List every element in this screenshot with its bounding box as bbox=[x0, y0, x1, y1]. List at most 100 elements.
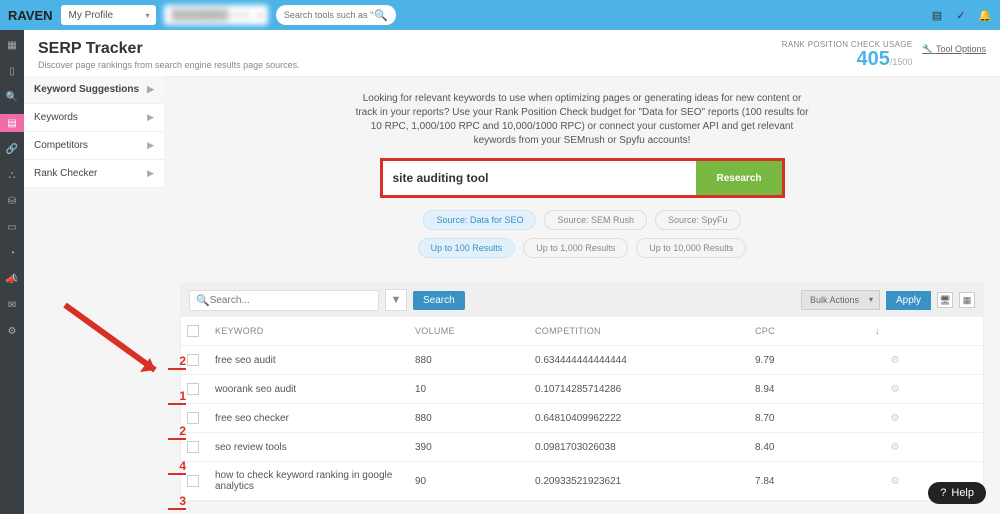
rank-badge: 3 bbox=[168, 494, 186, 510]
chevron-right-icon: ▶ bbox=[147, 168, 154, 179]
sidebar-item-keywords[interactable]: Keywords▶ bbox=[24, 104, 164, 132]
row-gear-icon[interactable]: ⚙ bbox=[875, 384, 915, 395]
research-box: Research bbox=[380, 158, 785, 198]
source-data-for-seo[interactable]: Source: Data for SEO bbox=[423, 210, 536, 230]
table-header: KEYWORD VOLUME COMPETITION CPC ↓ bbox=[181, 317, 983, 346]
page-subtitle: Discover page rankings from search engin… bbox=[38, 60, 300, 70]
main-content: Looking for relevant keywords to use whe… bbox=[164, 76, 1000, 514]
cell-competition: 0.634444444444444 bbox=[535, 355, 755, 366]
rail-serp-icon[interactable]: ▤ bbox=[0, 114, 24, 132]
bell-icon[interactable]: 🔔 bbox=[978, 8, 992, 22]
cell-volume: 880 bbox=[415, 413, 535, 424]
row-gear-icon[interactable]: ⚙ bbox=[875, 442, 915, 453]
apply-button[interactable]: Apply bbox=[886, 291, 931, 310]
rail-icon-6[interactable]: ▭ bbox=[3, 218, 21, 236]
cell-cpc: 8.94 bbox=[755, 384, 875, 395]
row-gear-icon[interactable]: ⚙ bbox=[875, 476, 915, 487]
global-search-input[interactable] bbox=[284, 10, 374, 20]
row-gear-icon[interactable]: ⚙ bbox=[875, 413, 915, 424]
wrench-icon: 🔧 bbox=[922, 44, 933, 54]
table-search-button[interactable]: Search bbox=[413, 291, 465, 310]
range-100[interactable]: Up to 100 Results bbox=[418, 238, 516, 258]
table-row: free seo audit8800.6344444444444449.79⚙ bbox=[181, 346, 983, 375]
col-competition[interactable]: COMPETITION bbox=[535, 326, 755, 336]
table-row: how to check keyword ranking in google a… bbox=[181, 462, 983, 501]
row-checkbox[interactable] bbox=[187, 475, 199, 487]
profile-select[interactable]: My Profile bbox=[61, 5, 156, 25]
col-volume[interactable]: VOLUME bbox=[415, 326, 535, 336]
cell-keyword: seo review tools bbox=[215, 442, 415, 453]
col-keyword[interactable]: KEYWORD bbox=[215, 326, 415, 336]
row-checkbox[interactable] bbox=[187, 354, 199, 366]
col-cpc[interactable]: CPC bbox=[755, 326, 875, 336]
rail-dashboard-icon[interactable]: ▦ bbox=[3, 36, 21, 54]
filter-icon: ▼ bbox=[391, 294, 402, 306]
source-spyfu[interactable]: Source: SpyFu bbox=[655, 210, 741, 230]
domain-select[interactable]: ████████.com bbox=[164, 5, 268, 25]
range-10000[interactable]: Up to 10,000 Results bbox=[636, 238, 746, 258]
annotation-arrow bbox=[60, 300, 180, 390]
global-search[interactable]: 🔍 bbox=[276, 5, 396, 25]
cell-cpc: 8.40 bbox=[755, 442, 875, 453]
row-gear-icon[interactable]: ⚙ bbox=[875, 355, 915, 366]
card-icon[interactable]: ▤ bbox=[930, 8, 944, 22]
source-sem-rush[interactable]: Source: SEM Rush bbox=[544, 210, 647, 230]
table-row: seo review tools3900.09817030260388.40⚙ bbox=[181, 433, 983, 462]
page-title: SERP Tracker bbox=[38, 40, 300, 58]
rail-rank-icon[interactable]: ⛁ bbox=[3, 192, 21, 210]
cell-volume: 390 bbox=[415, 442, 535, 453]
usage-max: /1500 bbox=[890, 57, 913, 67]
tool-options-link[interactable]: 🔧 Tool Options bbox=[922, 44, 986, 70]
sidebar-item-rank-checker[interactable]: Rank Checker▶ bbox=[24, 160, 164, 188]
filter-button[interactable]: ▼ bbox=[385, 289, 407, 311]
cell-volume: 880 bbox=[415, 355, 535, 366]
rail-competitors-icon[interactable]: ⛬ bbox=[3, 166, 21, 184]
cell-keyword: free seo audit bbox=[215, 355, 415, 366]
columns-icon[interactable]: ▦ bbox=[959, 292, 975, 308]
rank-badge: 1 bbox=[168, 389, 186, 405]
table-search-input[interactable] bbox=[210, 295, 372, 306]
top-bar: RAVEN My Profile ████████.com 🔍 ▤ ✓ 🔔 bbox=[0, 0, 1000, 30]
row-checkbox[interactable] bbox=[187, 412, 199, 424]
rail-icon-7[interactable]: ◔ bbox=[3, 244, 21, 262]
help-widget[interactable]: ? Help bbox=[928, 482, 986, 504]
cell-keyword: free seo checker bbox=[215, 413, 415, 424]
range-1000[interactable]: Up to 1,000 Results bbox=[523, 238, 628, 258]
rail-search-icon[interactable]: 🔍 bbox=[3, 88, 21, 106]
check-icon[interactable]: ✓ bbox=[954, 8, 968, 22]
cell-keyword: woorank seo audit bbox=[215, 384, 415, 395]
table-search[interactable]: 🔍 bbox=[189, 290, 379, 311]
chevron-right-icon: ▶ bbox=[147, 112, 154, 123]
rank-badge: 2 bbox=[168, 424, 186, 440]
table-row: woorank seo audit100.107142857142868.94⚙ bbox=[181, 375, 983, 404]
page-header: SERP Tracker Discover page rankings from… bbox=[24, 30, 1000, 77]
rail-link-icon[interactable]: 🔗 bbox=[3, 140, 21, 158]
rail-icon-9[interactable]: ✉ bbox=[3, 296, 21, 314]
rail-icon-8[interactable]: 📣 bbox=[3, 270, 21, 288]
rail-settings-icon[interactable]: ⚙ bbox=[3, 322, 21, 340]
sidebar-item-keyword-suggestions[interactable]: Keyword Suggestions▶ bbox=[24, 76, 164, 104]
display-icon[interactable]: 🖥 bbox=[937, 292, 953, 308]
sidebar-item-competitors[interactable]: Competitors▶ bbox=[24, 132, 164, 160]
cell-competition: 0.0981703026038 bbox=[535, 442, 755, 453]
source-pills: Source: Data for SEO Source: SEM Rush So… bbox=[180, 210, 984, 230]
col-sort[interactable]: ↓ bbox=[875, 326, 915, 336]
cell-volume: 10 bbox=[415, 384, 535, 395]
table-row: free seo checker8800.648104099622228.70⚙ bbox=[181, 404, 983, 433]
bulk-actions-select[interactable]: Bulk Actions bbox=[801, 290, 880, 310]
table-toolbar: 🔍 ▼ Search Bulk Actions Apply 🖥 ▦ bbox=[181, 283, 983, 317]
search-icon: 🔍 bbox=[196, 294, 210, 307]
help-icon: ? bbox=[940, 487, 946, 499]
select-all-checkbox[interactable] bbox=[187, 325, 199, 337]
rank-badge: 4 bbox=[168, 459, 186, 475]
cell-cpc: 9.79 bbox=[755, 355, 875, 366]
chevron-right-icon: ▶ bbox=[147, 84, 154, 95]
research-input[interactable] bbox=[383, 161, 697, 195]
rail-page-icon[interactable]: ▯ bbox=[3, 62, 21, 80]
usage-value: 405 bbox=[857, 48, 890, 70]
row-checkbox[interactable] bbox=[187, 441, 199, 453]
research-button[interactable]: Research bbox=[696, 161, 781, 195]
row-checkbox[interactable] bbox=[187, 383, 199, 395]
cell-cpc: 7.84 bbox=[755, 476, 875, 487]
cell-volume: 90 bbox=[415, 476, 535, 487]
